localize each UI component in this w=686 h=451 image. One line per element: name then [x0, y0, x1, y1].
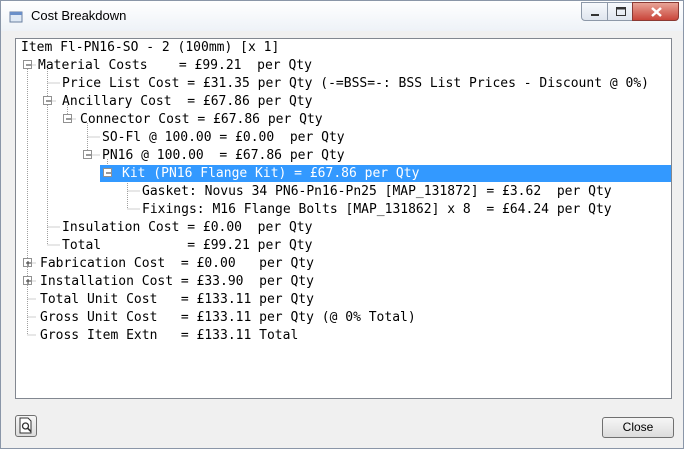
minimize-button[interactable]: [581, 2, 608, 21]
collapse-icon[interactable]: [83, 150, 92, 159]
title-bar: Cost Breakdown: [1, 1, 683, 31]
tree-item-total[interactable]: Total = £99.21 per Qty: [62, 237, 312, 254]
close-icon: [651, 7, 662, 17]
tree-item-price-list-cost[interactable]: Price List Cost = £31.35 per Qty (-=BSS=…: [62, 75, 649, 92]
tree-item-pn16[interactable]: PN16 @ 100.00 = £67.86 per Qty: [102, 147, 345, 164]
close-window-button[interactable]: [632, 2, 679, 21]
tree-item-installation-cost[interactable]: Installation Cost = £33.90 per Qty: [40, 273, 314, 290]
print-preview-button[interactable]: [15, 415, 37, 437]
tree-item-gross-item-extn[interactable]: Gross Item Extn = £133.11 Total: [40, 327, 298, 344]
cost-breakdown-window: Cost Breakdown Item Fl-PN16-SO - 2 (100m…: [0, 0, 684, 449]
tree-item-fixings[interactable]: Fixings: M16 Flange Bolts [MAP_131862] x…: [142, 201, 612, 218]
tree-item-insulation-cost[interactable]: Insulation Cost = £0.00 per Qty: [62, 219, 312, 236]
window-title: Cost Breakdown: [31, 8, 127, 23]
app-icon: [9, 9, 23, 23]
tree-item-ancillary-cost[interactable]: Ancillary Cost = £67.86 per Qty: [62, 93, 312, 110]
expand-icon[interactable]: [23, 276, 32, 285]
minimize-icon: [591, 14, 599, 16]
cost-tree[interactable]: Item Fl-PN16-SO - 2 (100mm) [x 1] Materi…: [15, 38, 672, 399]
close-button[interactable]: Close: [602, 417, 674, 438]
collapse-icon[interactable]: [103, 168, 112, 177]
collapse-icon[interactable]: [43, 96, 52, 105]
tree-item-gasket[interactable]: Gasket: Novus 34 PN6-Pn16-Pn25 [MAP_1318…: [142, 183, 612, 200]
collapse-icon[interactable]: [63, 114, 72, 123]
tree-item-connector-cost[interactable]: Connector Cost = £67.86 per Qty: [80, 111, 323, 128]
tree-item-kit: Kit (PN16 Flange Kit) = £67.86 per Qty: [122, 166, 420, 181]
collapse-icon[interactable]: [23, 60, 32, 69]
maximize-button[interactable]: [607, 2, 633, 21]
tree-item-so-fl[interactable]: SO-Fl @ 100.00 = £0.00 per Qty: [102, 129, 345, 146]
tree-item-gross-unit-cost[interactable]: Gross Unit Cost = £133.11 per Qty (@ 0% …: [40, 309, 416, 326]
tree-item-fabrication-cost[interactable]: Fabrication Cost = £0.00 per Qty: [40, 255, 314, 272]
print-preview-icon: [19, 417, 32, 434]
tree-item-total-unit-cost[interactable]: Total Unit Cost = £133.11 per Qty: [40, 291, 314, 308]
expand-icon[interactable]: [23, 258, 32, 267]
tree-item-root[interactable]: Item Fl-PN16-SO - 2 (100mm) [x 1]: [21, 39, 279, 56]
maximize-icon: [616, 7, 626, 16]
tree-item-material-costs[interactable]: Material Costs = £99.21 per Qty: [38, 57, 312, 74]
